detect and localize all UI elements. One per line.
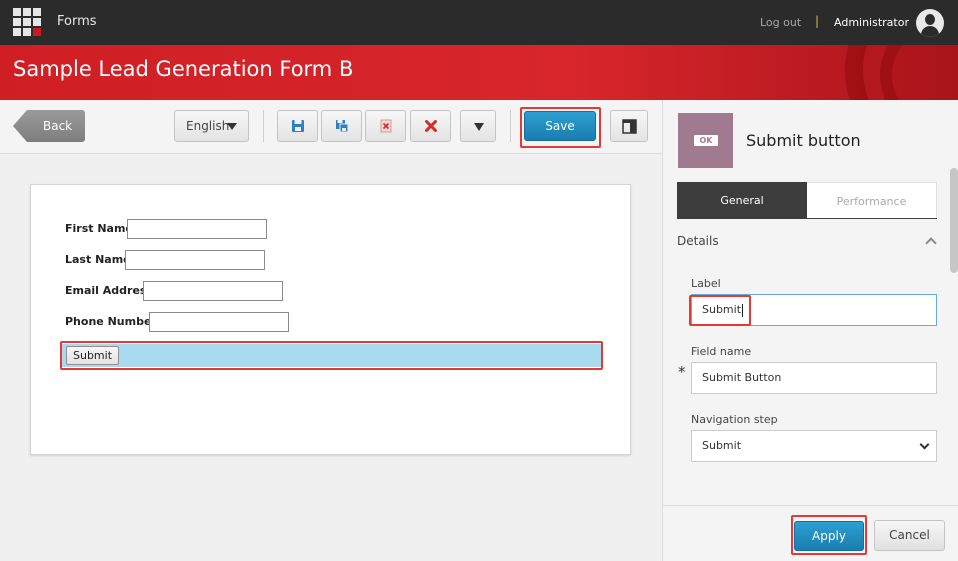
app-launcher-icon[interactable] bbox=[13, 8, 43, 36]
panel-footer: Apply Cancel bbox=[663, 505, 958, 561]
user-avatar-icon[interactable] bbox=[916, 9, 944, 37]
more-options-button[interactable] bbox=[460, 110, 496, 142]
toolbar-divider bbox=[510, 110, 511, 142]
submit-field-selected[interactable]: Submit bbox=[62, 344, 601, 367]
navigation-step-value: Submit bbox=[702, 439, 742, 452]
discard-button[interactable] bbox=[365, 110, 406, 142]
ok-badge: OK bbox=[694, 135, 718, 146]
save-as-icon bbox=[336, 120, 349, 133]
tab-underline bbox=[677, 218, 937, 219]
caret-down-icon bbox=[227, 123, 237, 130]
field-label: Email Address bbox=[65, 284, 154, 297]
label-input[interactable]: Submit bbox=[691, 294, 937, 326]
navstep-field-label: Navigation step bbox=[691, 413, 778, 426]
last-name-input[interactable] bbox=[125, 250, 265, 270]
logout-link[interactable]: Log out bbox=[760, 16, 801, 29]
form-canvas: First Name Last Name Email Address Phone… bbox=[0, 154, 662, 561]
details-section-header[interactable]: Details bbox=[677, 234, 719, 248]
submit-button-thumbnail: OK bbox=[678, 113, 733, 168]
top-bar: Forms Log out | Administrator bbox=[0, 0, 958, 45]
save-as-button[interactable] bbox=[321, 110, 362, 142]
panel-title: Submit button bbox=[746, 131, 861, 150]
properties-panel: OK Submit button General Performance Det… bbox=[662, 100, 958, 561]
field-label: Phone Number bbox=[65, 315, 157, 328]
field-name-input[interactable]: Submit Button bbox=[691, 362, 937, 394]
fieldname-field-label: Field name bbox=[691, 345, 752, 358]
delete-button[interactable] bbox=[410, 110, 451, 142]
layout-icon bbox=[622, 119, 637, 134]
page-header: Sample Lead Generation Form B bbox=[0, 45, 958, 100]
page-title: Sample Lead Generation Form B bbox=[13, 57, 354, 81]
tab-general[interactable]: General bbox=[677, 182, 807, 218]
chevron-up-icon[interactable] bbox=[925, 237, 937, 249]
apply-button[interactable]: Apply bbox=[794, 521, 864, 551]
more-icon bbox=[474, 123, 484, 131]
email-address-input[interactable] bbox=[143, 281, 283, 301]
discard-icon bbox=[380, 119, 392, 133]
required-marker: * bbox=[678, 363, 686, 381]
submit-button-preview[interactable]: Submit bbox=[66, 346, 120, 365]
form-preview: First Name Last Name Email Address Phone… bbox=[30, 184, 631, 455]
toolbar-divider bbox=[263, 110, 264, 142]
save-button[interactable]: Save bbox=[524, 111, 596, 141]
language-dropdown[interactable]: English bbox=[174, 110, 249, 142]
label-input-value: Submit bbox=[702, 303, 742, 316]
delete-icon bbox=[425, 120, 437, 132]
user-name[interactable]: Administrator bbox=[834, 16, 909, 29]
first-name-input[interactable] bbox=[127, 219, 267, 239]
layout-toggle-button[interactable] bbox=[610, 110, 648, 142]
save-icon bbox=[292, 120, 304, 132]
chevron-down-icon bbox=[919, 439, 930, 450]
cancel-button[interactable]: Cancel bbox=[874, 520, 945, 551]
topbar-separator: | bbox=[815, 14, 820, 28]
label-field-label: Label bbox=[691, 277, 721, 290]
tab-performance[interactable]: Performance bbox=[807, 182, 937, 218]
app-name: Forms bbox=[57, 14, 97, 29]
navigation-step-select[interactable]: Submit bbox=[691, 430, 937, 462]
phone-number-input[interactable] bbox=[149, 312, 289, 332]
field-name-value: Submit Button bbox=[702, 371, 782, 384]
editor-toolbar: Back English Save bbox=[0, 100, 662, 154]
save-icon-button[interactable] bbox=[277, 110, 318, 142]
back-button[interactable]: Back bbox=[13, 110, 85, 142]
panel-scrollbar[interactable] bbox=[950, 168, 958, 273]
field-label: Last Name bbox=[65, 253, 131, 266]
field-label: First Name bbox=[65, 222, 133, 235]
language-label: English bbox=[186, 119, 230, 133]
